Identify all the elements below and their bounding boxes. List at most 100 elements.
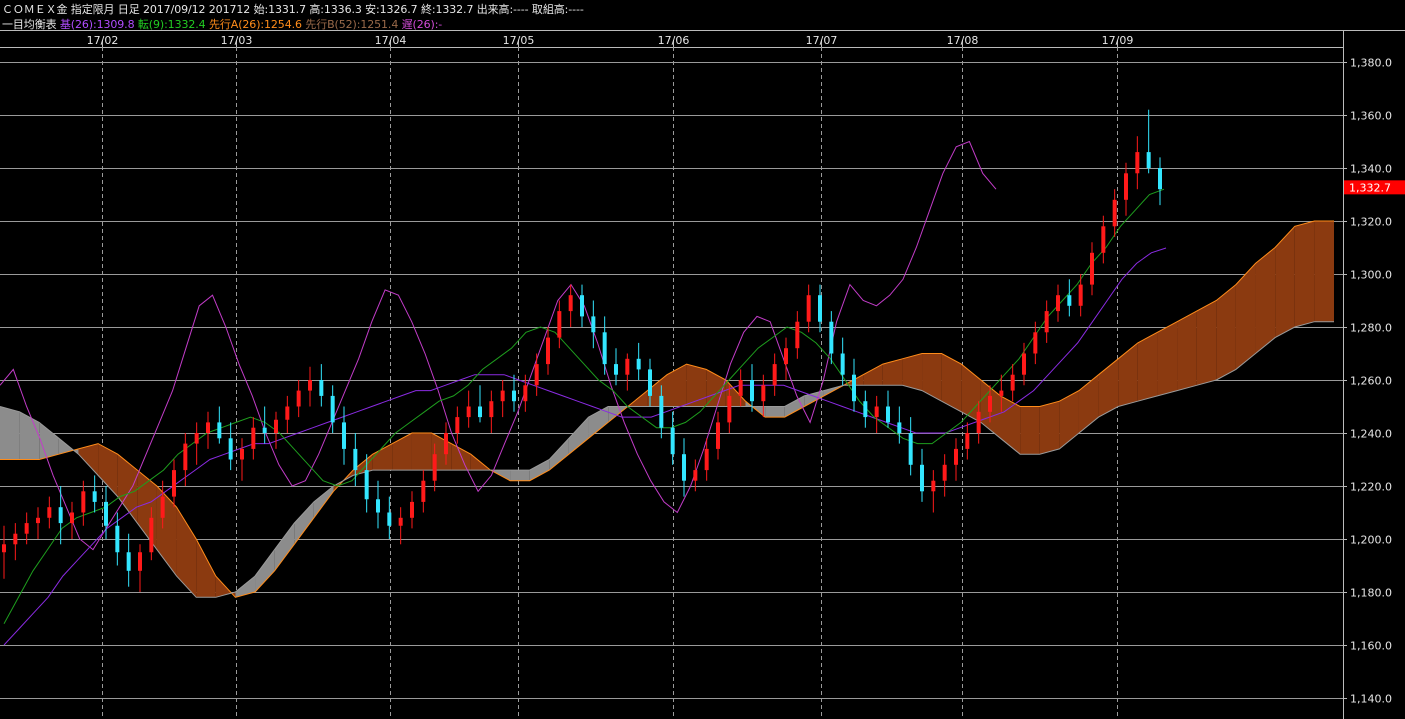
cloud-segment-bullish [411, 433, 432, 471]
candle-down [1158, 168, 1162, 190]
candle-up [716, 422, 720, 449]
date-tick-label: 17/07 [806, 34, 838, 47]
candle-down [512, 390, 516, 402]
candle-up [183, 443, 188, 471]
candle-down [580, 295, 584, 317]
candle-down [682, 454, 686, 481]
candle-down [319, 380, 324, 396]
price-tick-label: 1,220.0 [1350, 481, 1392, 494]
candle-up [954, 448, 958, 465]
candle-down [920, 464, 924, 492]
cloud-segment-bearish [765, 406, 785, 418]
candle-up [160, 496, 165, 518]
candle-down [376, 499, 380, 513]
cloud-segment-bullish [667, 364, 687, 407]
price-tick-label: 1,160.0 [1350, 640, 1392, 653]
candle-up [206, 422, 210, 433]
candle-up [534, 364, 539, 386]
candle-up [1135, 152, 1140, 174]
cloud-segment-bullish [196, 539, 216, 598]
candle-up [308, 380, 312, 391]
price-tick-label: 1,240.0 [1350, 428, 1392, 441]
price-tick-label: 1,260.0 [1350, 375, 1392, 388]
cloud-segment-bearish [529, 459, 550, 481]
ichimoku-chart[interactable]: 1,380.0 1,360.0 1,340.0 1,320.0 1,300.0 1,280… [0, 0, 1405, 719]
price-axis: 1,380.0 1,360.0 1,340.0 1,320.0 1,300.0 1,280… [1343, 57, 1405, 706]
candle-up [81, 491, 86, 513]
candle-down [58, 507, 63, 524]
candle-up [1044, 311, 1049, 333]
candle-up [976, 411, 981, 433]
candle-down [330, 395, 335, 423]
cloud-segment-bullish [117, 454, 138, 524]
candle-up [1101, 226, 1106, 253]
cloud-segment-bullish [1157, 321, 1178, 396]
candle-down [602, 332, 607, 365]
price-tick-label: 1,320.0 [1350, 216, 1392, 229]
cloud-segment-bullish [1275, 226, 1295, 338]
candle-up [194, 433, 199, 444]
price-tick-label: 1,200.0 [1350, 534, 1392, 547]
candle-up [432, 454, 437, 481]
candle-down [829, 321, 834, 354]
cloud-segment-bullish [1216, 284, 1236, 380]
candle-down [364, 470, 369, 500]
candle-down [908, 433, 913, 465]
cloud-segment-bullish [922, 353, 942, 402]
candle-down [591, 316, 596, 333]
candle-up [285, 406, 290, 420]
candle-up [455, 417, 460, 433]
price-tick-label: 1,360.0 [1350, 110, 1392, 123]
candle-up [874, 406, 879, 418]
cloud-segment-bullish [1314, 221, 1334, 322]
candle-up [761, 385, 766, 402]
price-tick-label: 1,300.0 [1350, 269, 1392, 282]
candle-down [1146, 152, 1151, 168]
candle-up [795, 321, 800, 349]
candle-up [1124, 173, 1128, 200]
candle-up [568, 295, 573, 312]
candle-up [625, 358, 630, 375]
date-tick-label: 17/09 [1102, 34, 1134, 47]
candle-up [942, 464, 947, 481]
candle-down [886, 406, 890, 423]
candle-up [988, 395, 992, 412]
date-tick-label: 17/08 [947, 34, 979, 47]
candle-up [13, 533, 18, 545]
candle-up [444, 433, 448, 455]
candle-up [523, 385, 528, 402]
cloud-segment-bullish [1294, 221, 1315, 327]
candle-down [659, 395, 664, 428]
price-tick-label: 1,340.0 [1350, 163, 1392, 176]
candle-down [228, 438, 233, 460]
candle-down [818, 295, 822, 322]
date-tick-label: 17/05 [503, 34, 535, 47]
candle-up [466, 406, 471, 418]
candle-down [342, 422, 346, 449]
cloud-segment-bullish [902, 353, 923, 391]
price-tick-label: 1,280.0 [1350, 322, 1392, 335]
cloud-segment-bullish [1020, 406, 1040, 455]
candle-up [693, 470, 698, 481]
cloud-segment-bullish [686, 364, 707, 407]
cloud-segment-bullish [176, 507, 197, 598]
candle-up [500, 390, 505, 402]
span-a-line [0, 220, 1334, 598]
candle-down [217, 422, 222, 439]
candle-up [149, 517, 154, 553]
candle-up [738, 380, 743, 396]
price-tick-label: 1,380.0 [1350, 57, 1392, 70]
candle-down [863, 401, 868, 418]
cloud-segment-bearish [784, 395, 805, 418]
candle-down [92, 491, 97, 502]
candle-down [648, 369, 652, 396]
candle-up [999, 390, 1004, 396]
candle-up [1090, 252, 1094, 285]
last-price-label: 1,332.7 [1349, 181, 1391, 194]
cloud-segment-bullish [1235, 263, 1256, 370]
cloud-segment-bullish [1177, 311, 1197, 391]
candle-down [614, 364, 618, 375]
cloud-segment-bearish [274, 523, 295, 571]
candle-up [24, 523, 29, 534]
candle-up [251, 427, 256, 449]
